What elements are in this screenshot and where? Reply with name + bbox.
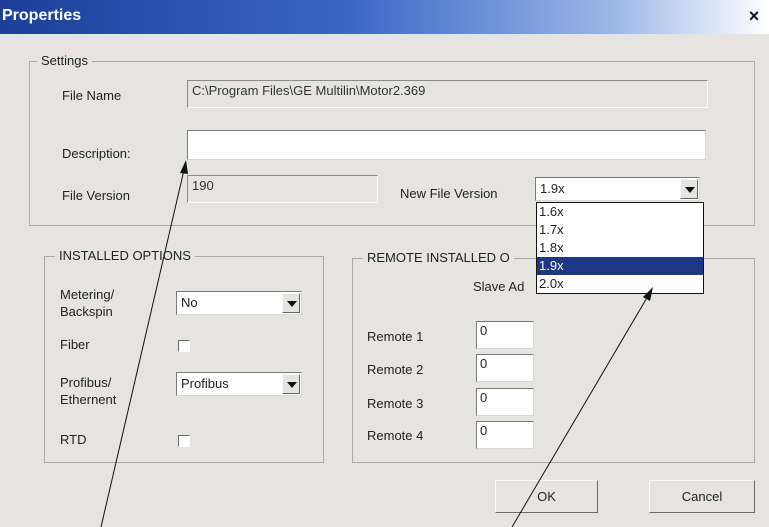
properties-dialog: Properties × Settings File Name C:\Progr… bbox=[0, 0, 769, 527]
annotation-arrows bbox=[100, 160, 653, 527]
arrow-icon bbox=[100, 160, 188, 527]
arrow-icon bbox=[511, 287, 653, 527]
